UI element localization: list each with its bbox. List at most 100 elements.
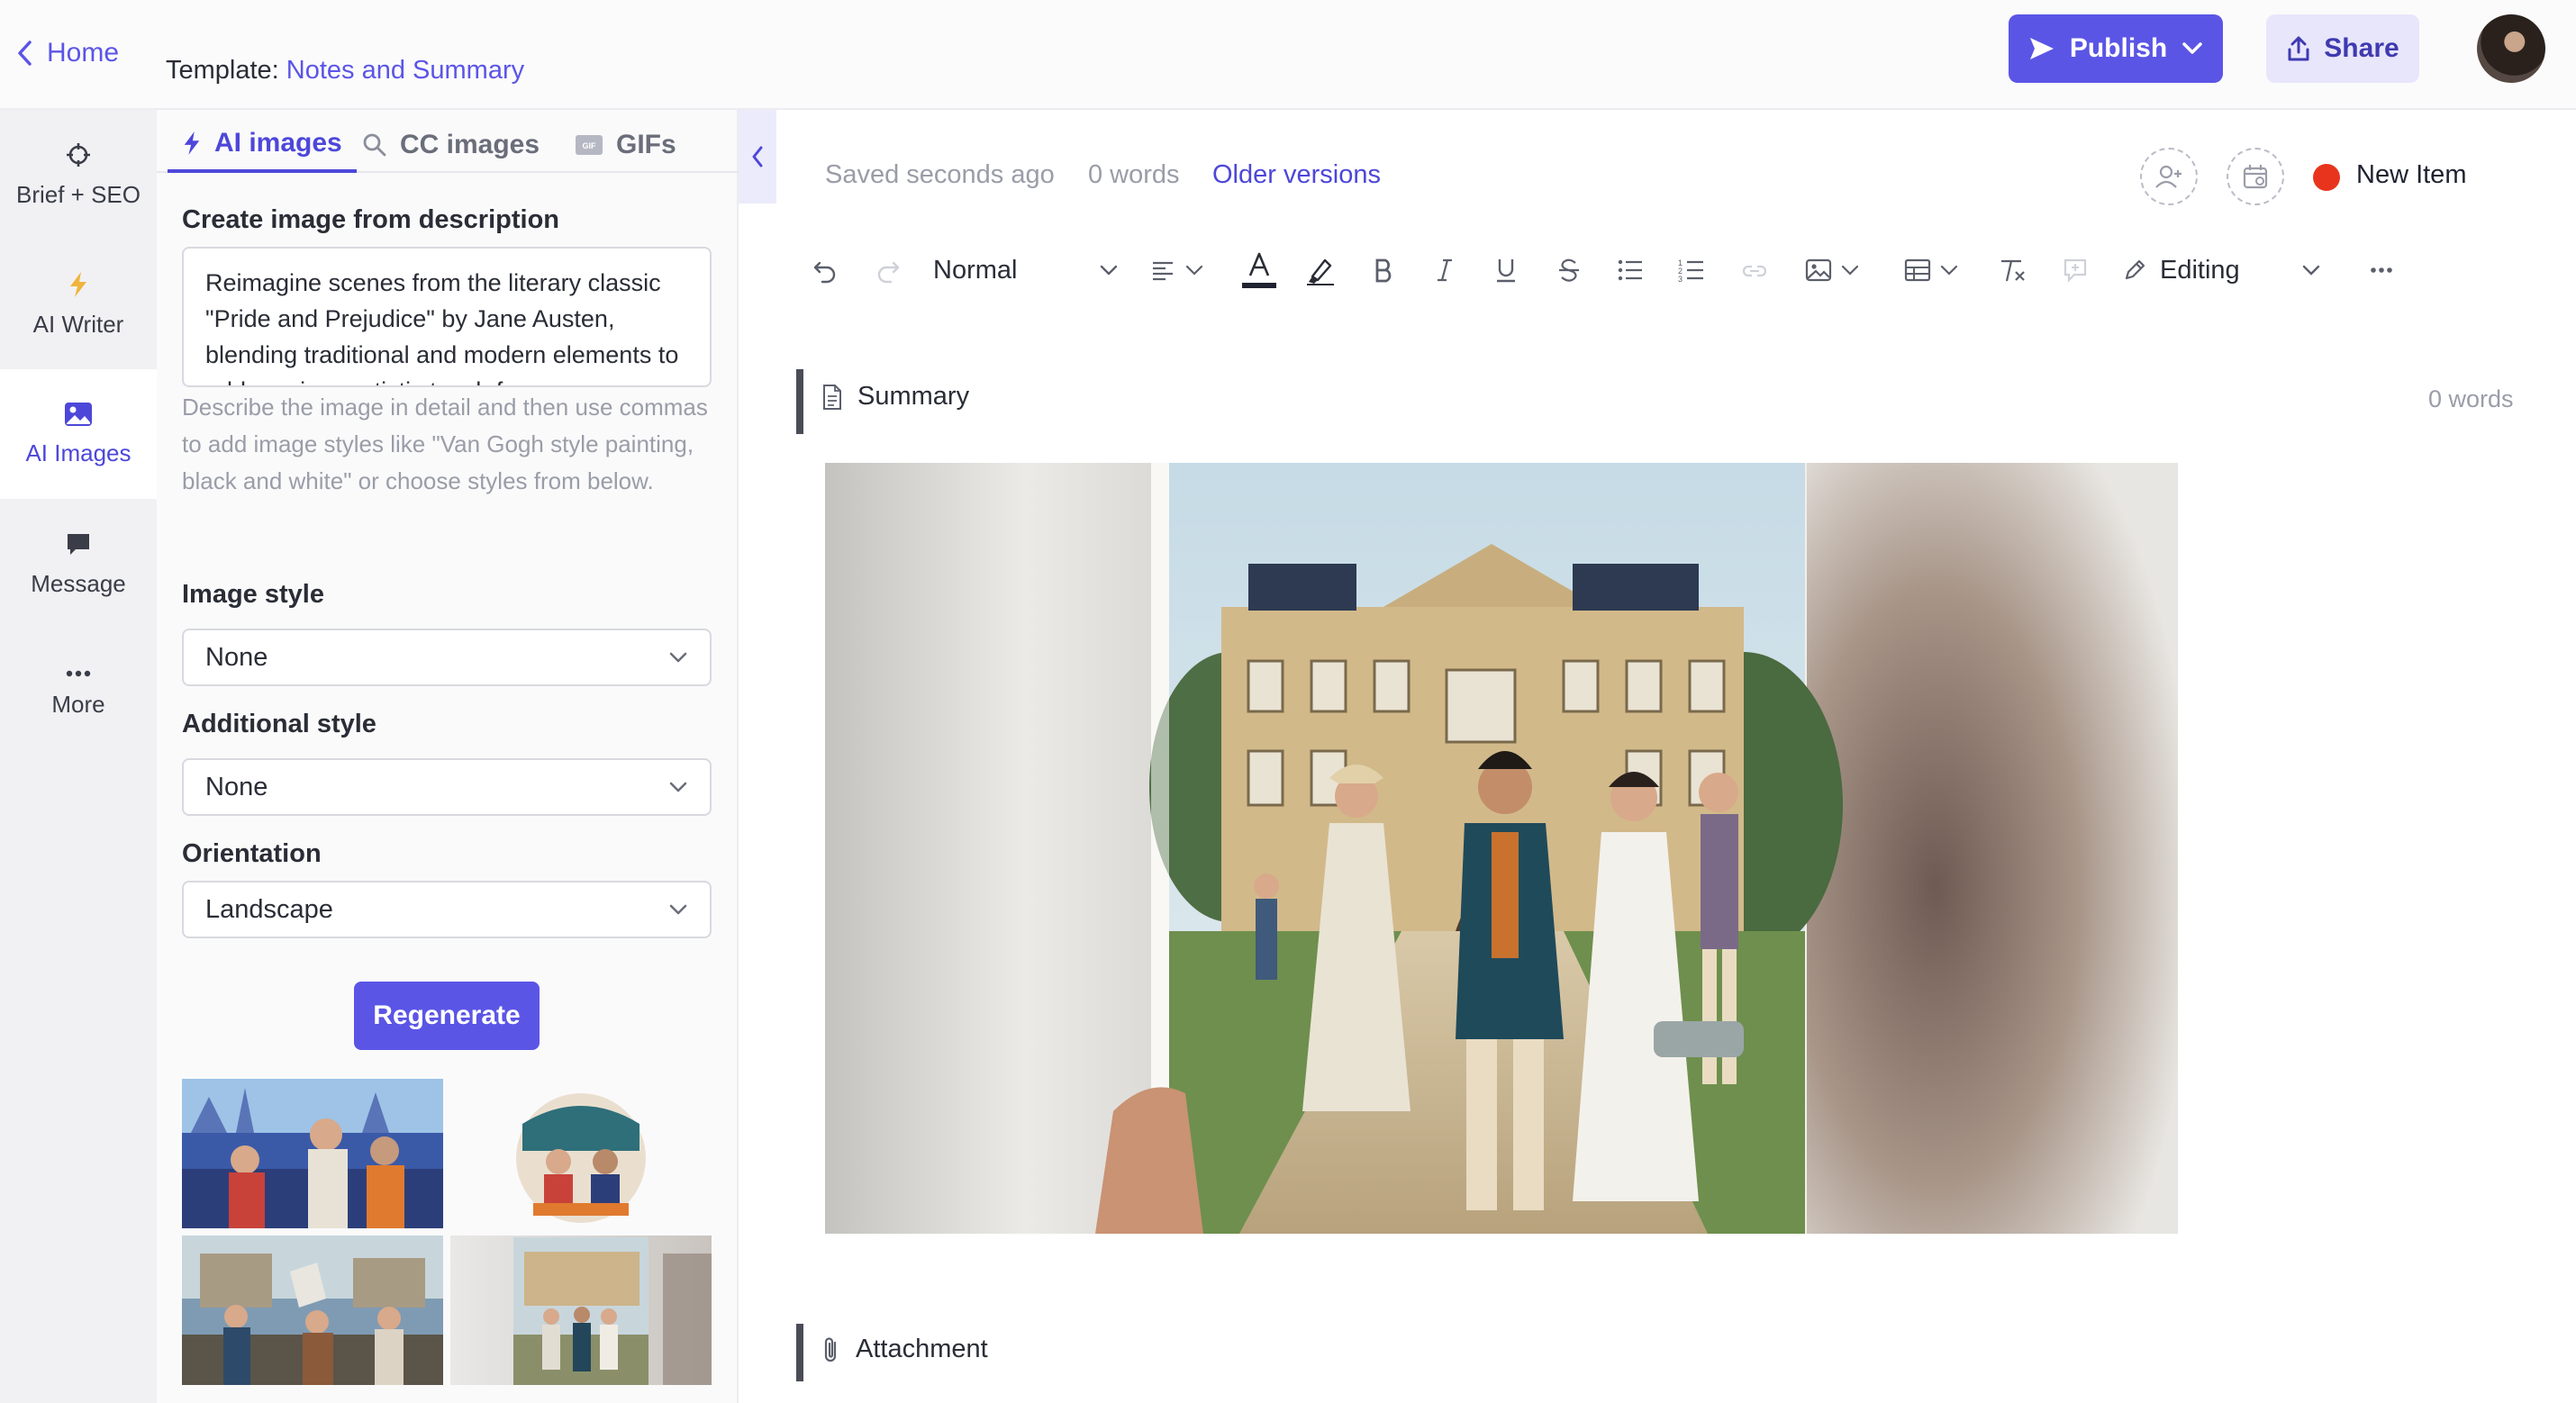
chevron-down-icon xyxy=(668,903,688,916)
orientation-label: Orientation xyxy=(182,839,322,868)
chevron-down-icon xyxy=(1099,264,1119,276)
template-name-link[interactable]: Notes and Summary xyxy=(286,56,524,85)
generated-image-thumbnail[interactable] xyxy=(182,1236,443,1385)
orientation-select[interactable]: Landscape xyxy=(182,881,712,938)
link-icon xyxy=(1741,261,1768,279)
link-button[interactable] xyxy=(1737,241,1773,299)
home-link[interactable]: Home xyxy=(16,31,119,76)
nav-label: AI Writer xyxy=(32,310,124,338)
nav-item-more[interactable]: More xyxy=(0,629,157,758)
left-sidebar: Brief + SEO AI Writer AI Images Message … xyxy=(0,110,157,1403)
tab-cc-images[interactable]: CC images xyxy=(362,117,540,173)
tab-label: GIFs xyxy=(616,130,676,159)
nav-label: AI Images xyxy=(25,439,132,466)
editing-mode-select[interactable]: Editing xyxy=(2122,241,2338,299)
section-marker xyxy=(796,1324,803,1381)
share-label: Share xyxy=(2324,33,2399,63)
table-icon xyxy=(1904,258,1931,282)
bold-icon xyxy=(1373,258,1394,283)
nav-item-brief-seo[interactable]: Brief + SEO xyxy=(0,110,157,240)
gif-icon: GIF xyxy=(575,134,603,156)
chevron-down-icon xyxy=(668,651,688,664)
text-color-button[interactable] xyxy=(1239,241,1279,299)
nav-item-message[interactable]: Message xyxy=(0,499,157,629)
item-status-label[interactable]: New Item xyxy=(2356,160,2466,190)
undo-button[interactable] xyxy=(807,241,843,299)
insert-image-select[interactable] xyxy=(1798,241,1866,299)
chevron-left-icon xyxy=(750,145,765,168)
paragraph-style-select[interactable]: Normal xyxy=(933,241,1119,299)
chevron-down-icon xyxy=(668,781,688,793)
redo-button[interactable] xyxy=(870,241,906,299)
lightning-icon xyxy=(182,130,202,157)
nav-label: More xyxy=(51,690,105,718)
paragraph-style-value: Normal xyxy=(933,255,1018,285)
nav-item-ai-images[interactable]: AI Images xyxy=(0,369,157,499)
generated-image-thumbnail[interactable] xyxy=(182,1079,443,1228)
bullet-list-button[interactable] xyxy=(1612,241,1648,299)
tab-ai-images[interactable]: AI images xyxy=(168,117,357,173)
description-help-text: Describe the image in detail and then us… xyxy=(182,394,708,494)
strikethrough-button[interactable] xyxy=(1551,241,1587,299)
publish-label: Publish xyxy=(2069,33,2168,63)
underline-button[interactable] xyxy=(1488,241,1524,299)
send-icon xyxy=(2028,36,2055,61)
user-avatar[interactable] xyxy=(2477,14,2545,83)
bullet-list-icon xyxy=(1617,258,1644,282)
highlighter-icon xyxy=(1305,255,1336,285)
more-options-button[interactable] xyxy=(2363,241,2399,299)
chat-bubble-icon xyxy=(65,530,92,557)
editing-mode-value: Editing xyxy=(2160,255,2240,285)
chevron-down-icon xyxy=(2181,41,2203,56)
generated-image-thumbnail[interactable] xyxy=(450,1079,712,1228)
chevron-left-icon xyxy=(16,40,34,67)
section-marker xyxy=(796,369,803,434)
description-input[interactable] xyxy=(182,247,712,387)
tab-gifs[interactable]: GIF GIFs xyxy=(575,117,676,173)
section-summary-header: Summary xyxy=(821,382,969,412)
text-color-icon xyxy=(1241,250,1277,290)
section-attachment-header: Attachment xyxy=(821,1335,988,1364)
assign-user-button[interactable] xyxy=(2140,148,2198,205)
inserted-image[interactable] xyxy=(825,463,2178,1234)
section-word-count: 0 words xyxy=(2428,385,2514,412)
image-style-select[interactable]: None xyxy=(182,629,712,686)
additional-style-value: None xyxy=(205,772,268,801)
share-button[interactable]: Share xyxy=(2266,14,2419,83)
nav-item-ai-writer[interactable]: AI Writer xyxy=(0,240,157,369)
comment-icon xyxy=(2063,258,2088,283)
insert-table-select[interactable] xyxy=(1897,241,1965,299)
due-date-button[interactable] xyxy=(2227,148,2284,205)
clear-formatting-button[interactable] xyxy=(1994,241,2030,299)
additional-style-select[interactable]: None xyxy=(182,758,712,816)
regenerate-button[interactable]: Regenerate xyxy=(354,982,540,1050)
bold-button[interactable] xyxy=(1365,241,1401,299)
undo-icon xyxy=(812,257,839,284)
older-versions-link[interactable]: Older versions xyxy=(1212,160,1381,190)
panel-tabs: AI images CC images GIF GIFs xyxy=(157,110,739,173)
svg-text:3: 3 xyxy=(1678,275,1683,283)
template-indicator: Template: Notes and Summary xyxy=(166,56,524,86)
numbered-list-button[interactable]: 123 xyxy=(1673,241,1710,299)
numbered-list-icon: 123 xyxy=(1678,258,1705,283)
tab-label: AI images xyxy=(214,128,342,158)
collapse-panel-button[interactable] xyxy=(739,110,776,204)
italic-button[interactable] xyxy=(1427,241,1463,299)
section-title: Summary xyxy=(857,382,970,411)
publish-button[interactable]: Publish xyxy=(2009,14,2223,83)
chevron-down-icon xyxy=(1185,265,1203,276)
image-style-label: Image style xyxy=(182,580,324,609)
word-count: 0 words xyxy=(1088,160,1180,189)
comment-button[interactable] xyxy=(2057,241,2093,299)
description-label: Create image from description xyxy=(182,205,559,234)
generated-image-thumbnail-selected[interactable] xyxy=(450,1236,712,1385)
svg-text:GIF: GIF xyxy=(583,141,597,150)
highlight-button[interactable] xyxy=(1302,241,1338,299)
nav-label: Message xyxy=(31,569,126,597)
align-select[interactable] xyxy=(1144,241,1211,299)
image-style-value: None xyxy=(205,642,268,672)
status-indicator-dot xyxy=(2313,164,2340,191)
align-left-icon xyxy=(1151,259,1175,281)
section-title: Attachment xyxy=(856,1335,988,1363)
search-icon xyxy=(362,132,387,158)
